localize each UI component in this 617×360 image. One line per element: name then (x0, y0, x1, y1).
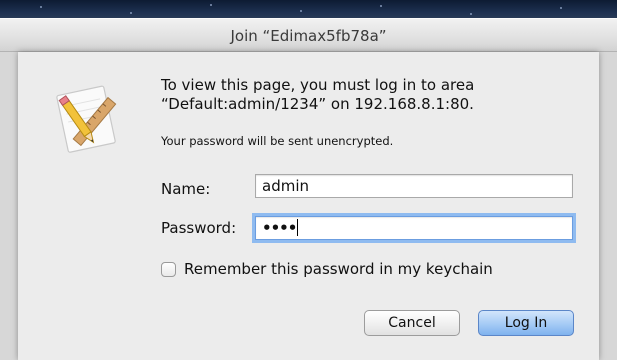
remember-password-checkbox[interactable] (161, 262, 176, 277)
remember-password-label[interactable]: Remember this password in my keychain (184, 260, 493, 278)
login-sheet: To view this page, you must log in to ar… (18, 52, 599, 360)
login-message-line2: “Default:admin/1234” on 192.168.8.1:80. (161, 95, 474, 113)
login-message-line1: To view this page, you must log in to ar… (161, 76, 475, 94)
text-caret (297, 219, 299, 236)
script-editor-icon (56, 85, 117, 153)
name-field-value: admin (262, 177, 309, 195)
name-label: Name: (161, 180, 211, 198)
unencrypted-warning: Your password will be sent unencrypted. (161, 134, 394, 148)
name-field[interactable]: admin (255, 174, 573, 198)
password-label: Password: (161, 219, 237, 237)
password-field-value: •••• (262, 219, 297, 237)
login-message: To view this page, you must log in to ar… (161, 76, 591, 114)
desktop-background (0, 0, 617, 20)
window-title: Join “Edimax5fb78a” (230, 27, 387, 45)
cancel-button[interactable]: Cancel (364, 310, 460, 336)
password-field[interactable]: •••• (255, 216, 573, 240)
log-in-button[interactable]: Log In (478, 310, 574, 336)
window-titlebar[interactable]: Join “Edimax5fb78a” (0, 18, 617, 52)
